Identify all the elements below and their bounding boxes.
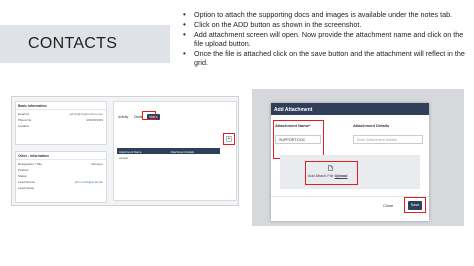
file-icon	[328, 165, 333, 173]
bullet-item: Option to attach the supporting docs and…	[183, 10, 473, 19]
info-label: Lead Source	[18, 179, 36, 184]
info-label: Status	[18, 173, 27, 178]
bullet-item: Add attachment screen will open. Now pro…	[183, 30, 473, 48]
upload-link[interactable]: Upload	[335, 174, 348, 178]
contact-detail-screenshot: Basic Information Email Id admin@mypremi…	[11, 96, 239, 206]
info-row: Lead Owner	[16, 184, 106, 190]
tab-activity[interactable]: Activity	[117, 114, 129, 120]
highlight-box	[223, 133, 235, 145]
add-attachment-screenshot: Add Attachment Attachment Name* SUPPORT …	[252, 89, 464, 226]
file-icon-svg	[328, 165, 333, 171]
info-label: Lead Owner	[18, 185, 35, 190]
info-label: Location	[18, 123, 30, 128]
info-value[interactable]: john.smith@example	[75, 180, 103, 184]
info-value: Manager	[91, 161, 103, 166]
bullet-list: Option to attach the supporting docs and…	[183, 10, 473, 68]
attachment-name-label: Attachment Name*	[275, 123, 311, 128]
info-label: Email Id	[18, 111, 29, 116]
slide: CONTACTS Option to attach the supporting…	[0, 0, 474, 266]
close-button[interactable]: Close	[383, 203, 393, 208]
info-label: Designation / Title	[18, 161, 42, 166]
basic-info-card: Basic Information Email Id admin@mypremi…	[15, 101, 107, 145]
info-row: Location	[16, 122, 106, 128]
other-info-header: Other - Information	[16, 152, 106, 160]
highlight-box	[142, 111, 156, 120]
notes-panel: Activity Deals Notes + Attachment Name A…	[113, 101, 237, 201]
info-label: Product	[18, 167, 29, 172]
slide-title: CONTACTS	[28, 35, 118, 52]
table-row[interactable]: sample	[117, 154, 220, 160]
info-label: Phone No	[18, 117, 32, 122]
other-info-card: Other - Information Designation / Title …	[15, 151, 107, 203]
add-attachment-modal: Add Attachment Attachment Name* SUPPORT …	[271, 103, 429, 221]
file-upload-label[interactable]: Add Attach File Upload	[308, 174, 347, 178]
info-value: admin@mypremium.com	[69, 111, 103, 116]
upload-prefix: Add Attach File	[308, 174, 334, 178]
bullet-item: Click on the ADD button as shown in the …	[183, 20, 473, 29]
save-button[interactable]: Save	[408, 201, 422, 210]
attachment-name-field[interactable]: SUPPORT DOC	[275, 135, 321, 144]
attachment-details-field[interactable]: Enter Attachment Details	[353, 135, 423, 144]
modal-title: Add Attachment	[271, 103, 429, 115]
basic-info-header: Basic Information	[16, 102, 106, 110]
attachment-details-label: Attachment Details	[353, 123, 390, 128]
bullet-item: Once the file is attached click on the s…	[183, 49, 473, 67]
info-value: 9999999999	[86, 117, 103, 122]
